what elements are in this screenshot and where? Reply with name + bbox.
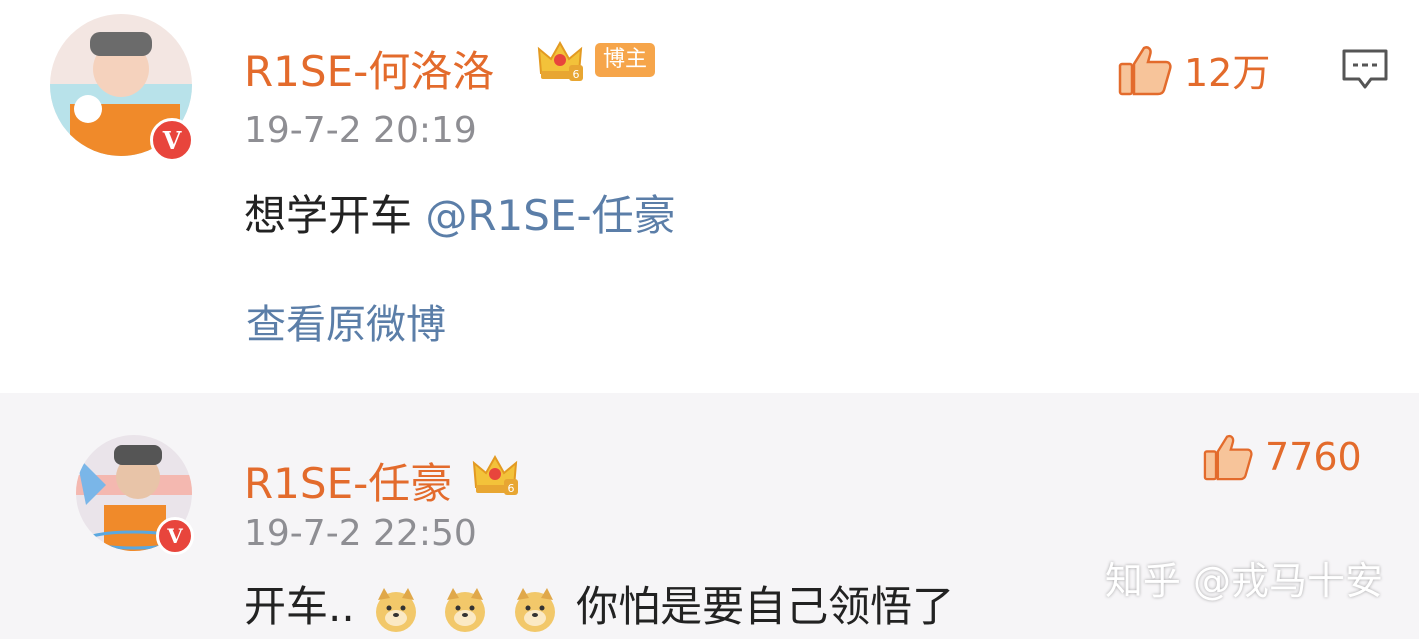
like-count: 7760 bbox=[1265, 435, 1362, 479]
comment-text-before: 开车.. bbox=[244, 582, 355, 631]
like-count: 12万 bbox=[1184, 51, 1271, 95]
timestamp: 19-7-2 20:19 bbox=[244, 110, 477, 151]
comment-text: 想学开车 @R1SE-任豪 bbox=[244, 182, 676, 243]
reply-comment-icon[interactable] bbox=[1341, 47, 1389, 93]
doge-emoji-icon bbox=[445, 587, 486, 632]
like-button[interactable]: 12万 bbox=[1118, 42, 1270, 97]
verified-badge-icon: V bbox=[150, 118, 194, 162]
comment-item: V R1SE-何洛洛 6 博主 19-7-2 20:19 想学开车 @R1SE-… bbox=[0, 0, 1419, 393]
comment-text: 开车.. 你怕是要自己领悟了 bbox=[244, 573, 954, 634]
timestamp: 19-7-2 22:50 bbox=[244, 513, 477, 554]
like-button[interactable]: 7760 bbox=[1203, 433, 1362, 481]
doge-emoji-icon bbox=[376, 587, 417, 632]
crown-level-icon: 6 bbox=[537, 40, 583, 81]
avatar[interactable]: V bbox=[76, 435, 194, 555]
crown-level-icon: 6 bbox=[472, 454, 518, 495]
username[interactable]: R1SE-何洛洛 bbox=[244, 38, 494, 99]
comment-item: V R1SE-任豪 6 19-7-2 22:50 开车.. 你怕是要自己领悟了 … bbox=[0, 393, 1419, 639]
thumbs-up-icon bbox=[1118, 45, 1172, 95]
mention-link[interactable]: @R1SE-任豪 bbox=[425, 191, 675, 240]
watermark: 知乎 @戎马十安 bbox=[1104, 559, 1383, 603]
doge-emoji-icon bbox=[514, 587, 555, 632]
blogger-badge: 博主 bbox=[595, 43, 656, 77]
comment-text-content: 想学开车 bbox=[244, 191, 413, 240]
thumbs-up-icon bbox=[1203, 434, 1253, 481]
level-number: 6 bbox=[573, 68, 580, 81]
comment-text-after: 你怕是要自己领悟了 bbox=[576, 582, 955, 631]
verified-badge-icon: V bbox=[156, 517, 194, 555]
username[interactable]: R1SE-任豪 bbox=[244, 450, 452, 511]
view-original-link[interactable]: 查看原微博 bbox=[246, 292, 446, 350]
avatar[interactable]: V bbox=[50, 14, 194, 162]
level-number: 6 bbox=[508, 482, 515, 495]
